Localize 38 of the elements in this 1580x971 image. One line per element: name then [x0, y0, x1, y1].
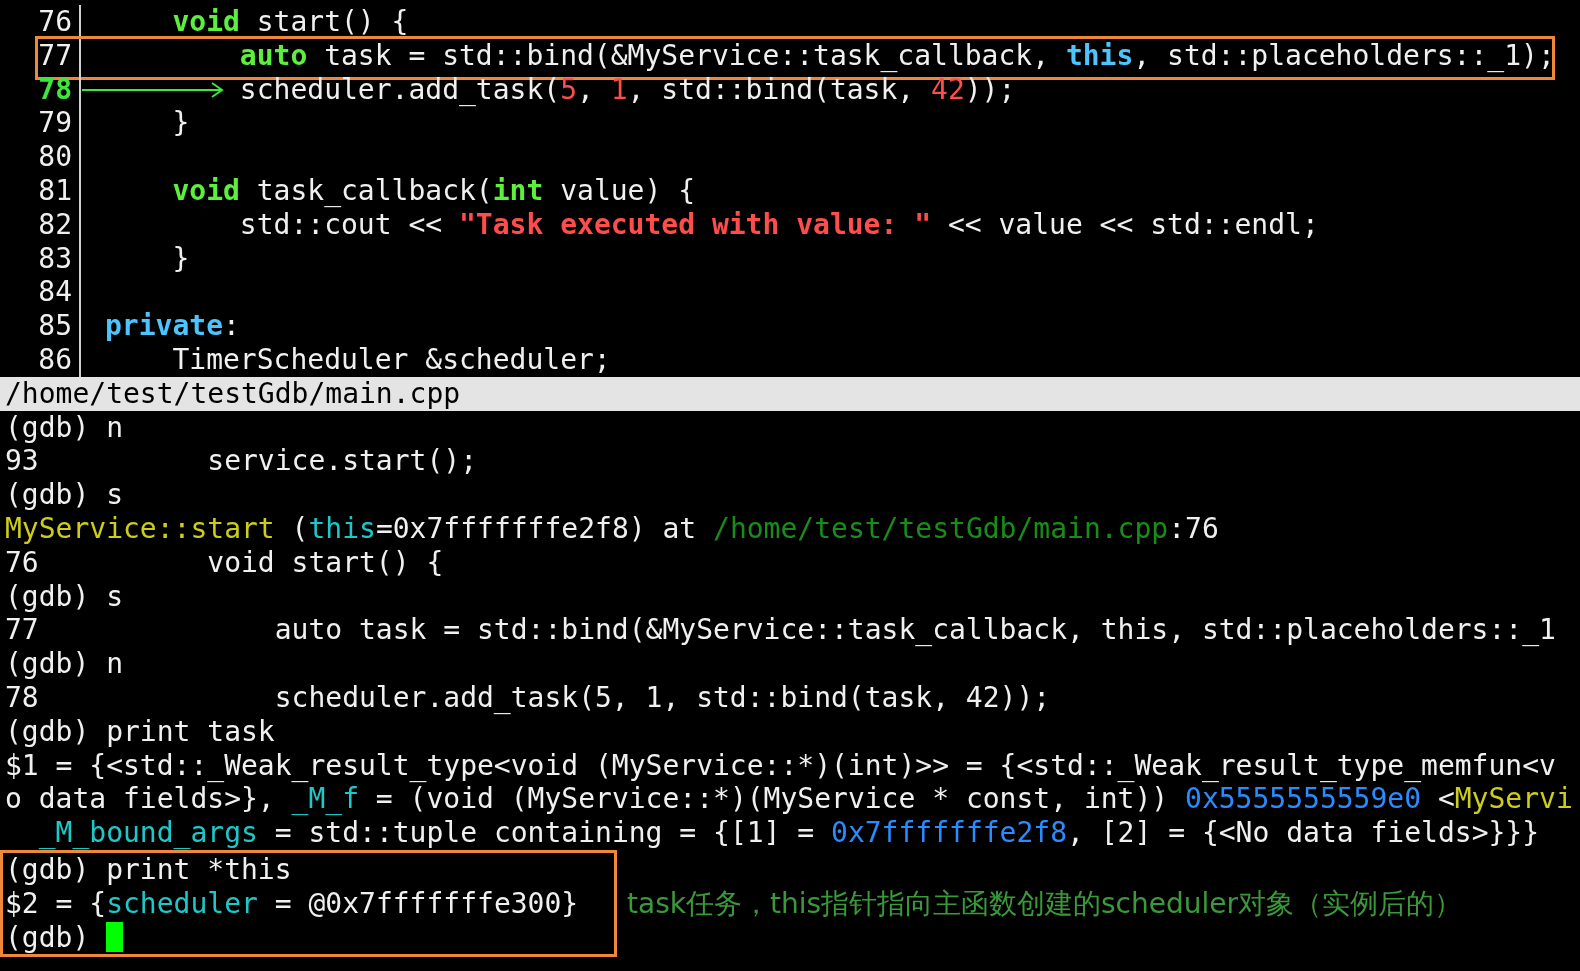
- line-number: 79: [37, 106, 72, 141]
- console-line: $1 = {<std::_Weak_result_type<void (MyService::*)(int)>> = {<std::_Weak_result_type_memfun<v: [5, 748, 1557, 783]
- line-number: 84: [37, 275, 72, 310]
- code-line: }: [171, 241, 190, 276]
- line-number: 83: [37, 241, 72, 276]
- console-line: $2 = {scheduler = @0x7fffffffe300}: [5, 886, 579, 921]
- status-bar: /home/test/testGdb/main.cpp: [0, 376, 1580, 411]
- line-number: 77: [37, 38, 72, 73]
- code-line: void task_callback(int value) {: [171, 174, 696, 208]
- console-line: 78 scheduler.add_task(5, 1, std::bind(task, 42));: [5, 680, 1052, 715]
- code-line: void start() {: [171, 5, 409, 39]
- console-line: 93 service.start();: [5, 444, 478, 479]
- console-line: (gdb) n: [5, 647, 124, 681]
- line-number: 86: [37, 342, 72, 377]
- line-number: 81: [37, 174, 72, 208]
- console-line: o data fields>}, _M_f = (void (MyService::*)(MyService * const, int)) 0x5555555559e0 <MyServi: [5, 782, 1574, 817]
- console-line: MyService::start (this=0x7fffffffe2f8) at /home/test/testGdb/main.cpp:76: [5, 511, 1220, 546]
- code-line: private:: [105, 309, 240, 343]
- console-line: (gdb) s: [5, 478, 124, 512]
- line-number: 82: [37, 207, 72, 242]
- line-number: 80: [37, 140, 72, 174]
- line-number: 85: [37, 309, 72, 343]
- console-line: (gdb) print *this: [5, 852, 292, 887]
- console-line: (gdb) print task: [5, 714, 276, 749]
- console-line: (gdb) n: [5, 410, 124, 445]
- console-line: _M_bound_args = std::tuple containing = {[1] = 0x7fffffffe2f8, [2] = {<No data fields>}}}: [37, 816, 1541, 850]
- console-line: 76 void start() {: [5, 545, 445, 580]
- line-number: 78: [37, 72, 72, 107]
- code-line: auto task = std::bind(&MyService::task_callback, this, std::placeholders::_1);: [238, 38, 1555, 73]
- console-line: (gdb) s: [5, 579, 124, 614]
- code-line: scheduler.add_task(5, 1, std::bind(task, 42));: [238, 72, 1016, 107]
- code-line: }: [171, 106, 190, 141]
- annotation-note: task任务，this指针指向主函数创建的scheduler对象（实例后的）: [627, 885, 1463, 922]
- code-line: std::cout << "Task executed with value: " << value << std::endl;: [238, 207, 1319, 242]
- console-line: 77 auto task = std::bind(&MyService::task_callback, this, std::placeholders::_1: [5, 613, 1557, 648]
- line-number: 76: [37, 5, 72, 39]
- console-line: (gdb): [5, 920, 90, 955]
- code-line: TimerScheduler &scheduler;: [171, 342, 611, 377]
